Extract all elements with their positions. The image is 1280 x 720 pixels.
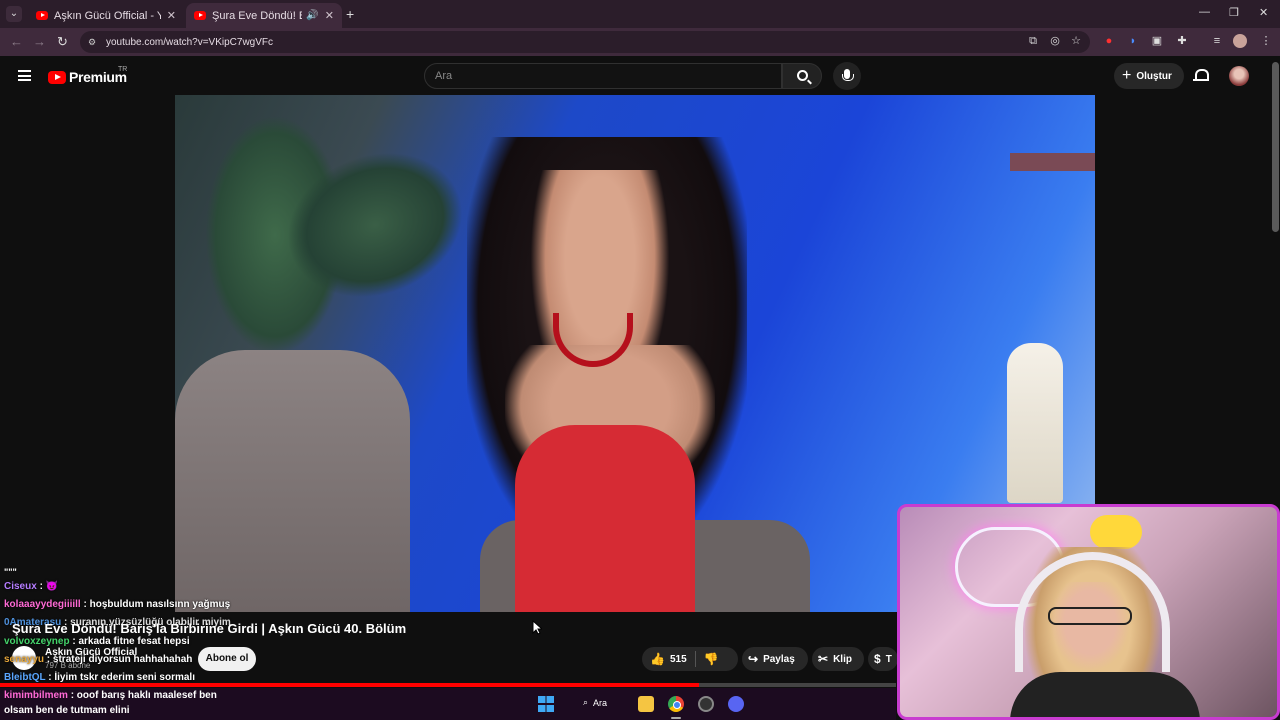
- streamer-shirt: [1010, 672, 1200, 717]
- video-progress-bar[interactable]: [0, 683, 896, 687]
- thanks-button[interactable]: $ T: [868, 647, 898, 671]
- shelf-decor: [1010, 153, 1095, 171]
- youtube-header: Premium TR Ara + Oluştur: [0, 56, 1280, 96]
- create-button[interactable]: + Oluştur: [1114, 63, 1184, 89]
- tab-title: Aşkın Gücü Official - YouTube: [54, 9, 161, 22]
- profile-avatar[interactable]: [1233, 34, 1247, 48]
- youtube-favicon-icon: [36, 11, 48, 20]
- person-dress: [515, 425, 695, 612]
- kebab-menu-icon[interactable]: ⋮: [1260, 35, 1272, 47]
- tab-inactive[interactable]: Aşkın Gücü Official - YouTube ✕: [28, 3, 184, 28]
- active-app-indicator: [671, 717, 681, 719]
- forward-icon[interactable]: →: [33, 34, 46, 49]
- divider: [694, 651, 696, 667]
- install-app-icon[interactable]: ⧉: [1027, 35, 1039, 47]
- share-icon: ↪: [748, 652, 759, 666]
- thanks-icon: $: [874, 652, 881, 666]
- hamburger-menu-icon[interactable]: [18, 70, 31, 81]
- search-button[interactable]: [782, 63, 822, 89]
- eye-slash-icon[interactable]: ◎: [1049, 35, 1061, 47]
- notifications-bell-icon[interactable]: [1193, 69, 1209, 83]
- country-code: TR: [118, 66, 128, 73]
- close-icon[interactable]: ✕: [167, 9, 176, 22]
- share-button[interactable]: ↪ Paylaş: [742, 647, 808, 671]
- subscribe-button[interactable]: Abone ol: [198, 647, 256, 671]
- plush-toy-decor: [1090, 515, 1142, 549]
- streamer-face: [1050, 582, 1130, 672]
- webcam-overlay: [897, 504, 1280, 720]
- lantern-decor: [1007, 343, 1063, 503]
- clip-button[interactable]: ✂ Klip: [812, 647, 864, 671]
- chat-message: kimimbilmem : ooof barış haklı maalesef …: [4, 690, 217, 701]
- restore-icon[interactable]: ❐: [1229, 6, 1239, 19]
- glasses: [1048, 607, 1132, 625]
- like-dislike-group: 👍 515 👎: [642, 647, 738, 671]
- share-label: Paylaş: [763, 653, 795, 665]
- chat-message: Ciseux : 😈: [4, 581, 59, 592]
- extension-icon[interactable]: ▣: [1151, 35, 1163, 47]
- chat-message: kolaaayydegiiiill : hoşbuldum nasılsınn …: [4, 599, 231, 610]
- mouse-cursor-icon: [532, 620, 542, 635]
- tab-title: Şura Eve Döndü! Barış'la Bir: [212, 9, 302, 22]
- like-count[interactable]: 515: [670, 654, 687, 665]
- video-title: Şura Eve Döndü! Barış'la Birbirine Girdi…: [12, 621, 407, 636]
- search-icon: ⌕: [583, 697, 589, 707]
- url-text: youtube.com/watch?v=VKipC7wgVFc: [106, 36, 274, 48]
- youtube-play-icon: [48, 70, 66, 84]
- new-tab-button[interactable]: +: [346, 6, 354, 22]
- puzzle-icon[interactable]: ✚: [1176, 35, 1188, 47]
- account-avatar[interactable]: [1229, 66, 1249, 86]
- windows-start-icon[interactable]: [538, 696, 554, 712]
- thumbs-up-icon[interactable]: 👍: [650, 652, 665, 666]
- tab-search-button[interactable]: ⌄: [6, 6, 22, 22]
- taskbar-search[interactable]: ⌕ Ara: [583, 697, 607, 708]
- create-label: Oluştur: [1136, 70, 1172, 82]
- discord-icon[interactable]: [728, 696, 744, 712]
- address-bar[interactable]: ⚙ youtube.com/watch?v=VKipC7wgVFc: [80, 31, 1090, 53]
- tab-active[interactable]: Şura Eve Döndü! Barış'la Bir 🔊 ✕: [186, 3, 342, 28]
- site-info-icon[interactable]: ⚙: [88, 37, 98, 47]
- close-icon[interactable]: ✕: [325, 9, 334, 22]
- scissors-icon: ✂: [818, 652, 829, 666]
- taskbar-search-label: Ara: [593, 697, 608, 708]
- browser-toolbar: ← → ↻ ⚙ youtube.com/watch?v=VKipC7wgVFc …: [0, 28, 1280, 56]
- browser-tab-strip: ⌄ Aşkın Gücü Official - YouTube ✕ Şura E…: [0, 0, 1280, 28]
- bookmark-star-icon[interactable]: ☆: [1070, 35, 1082, 47]
- plus-icon: +: [1122, 67, 1132, 84]
- youtube-logo[interactable]: Premium: [48, 69, 127, 85]
- extension-red-icon[interactable]: ●: [1103, 35, 1115, 47]
- extension-audio-icon[interactable]: ◗: [1127, 35, 1139, 47]
- chat-message: senayyu : strateji diyorsun hahhahahah: [4, 654, 193, 665]
- page-scrollbar[interactable]: [1272, 62, 1279, 232]
- close-window-icon[interactable]: ✕: [1259, 6, 1268, 19]
- speaker-icon[interactable]: 🔊: [306, 10, 318, 21]
- search-icon: [797, 70, 808, 81]
- app-icon[interactable]: [698, 696, 714, 712]
- youtube-favicon-icon: [194, 11, 206, 20]
- back-icon[interactable]: ←: [10, 34, 23, 49]
- media-control-icon[interactable]: ≡: [1211, 35, 1223, 47]
- thumbs-down-icon[interactable]: 👎: [704, 652, 719, 666]
- voice-search-icon[interactable]: [833, 62, 861, 90]
- progress-fill: [0, 683, 699, 687]
- file-explorer-icon[interactable]: [638, 696, 654, 712]
- screen: ⌄ Aşkın Gücü Official - YouTube ✕ Şura E…: [0, 0, 1280, 720]
- chrome-icon[interactable]: [668, 696, 684, 712]
- chat-message: volvoxzeynep : arkada fitne fesat hepsi: [4, 636, 190, 647]
- search-input[interactable]: Ara: [424, 63, 782, 89]
- minimize-icon[interactable]: —: [1199, 6, 1210, 18]
- thanks-label: T: [885, 653, 892, 665]
- chat-indicator: """: [4, 567, 17, 577]
- reload-icon[interactable]: ↻: [57, 34, 68, 50]
- clip-label: Klip: [833, 653, 852, 665]
- chat-message: BleibtQL : İiyim tskr ederim seni sormal…: [4, 672, 195, 683]
- chat-message: olsam ben de tutmam elini: [4, 705, 130, 716]
- chair-decor: [175, 350, 410, 612]
